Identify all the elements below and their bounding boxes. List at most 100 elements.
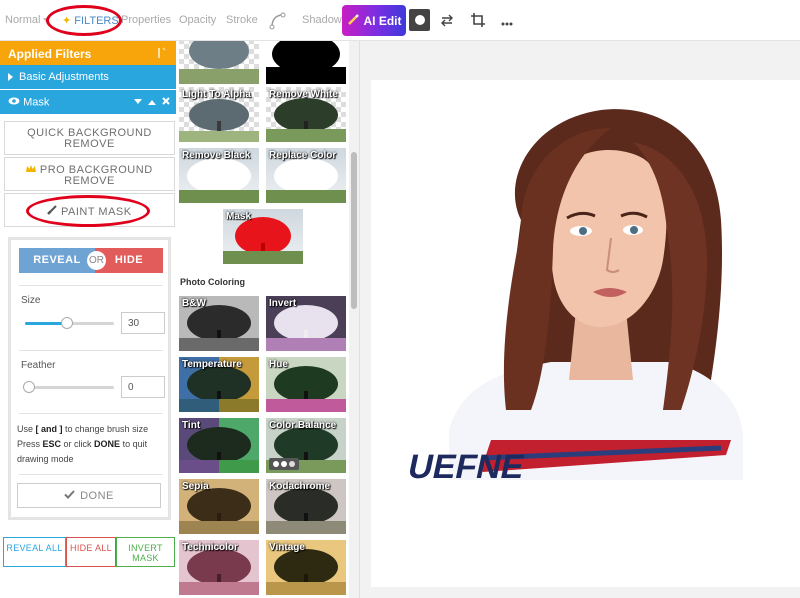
filter-hue[interactable]: Hue: [266, 357, 346, 412]
feather-input[interactable]: 0: [121, 376, 165, 398]
chevron-up-icon[interactable]: [148, 96, 156, 108]
done-button[interactable]: DONE: [17, 483, 161, 508]
feather-slider[interactable]: [23, 381, 114, 393]
eye-icon[interactable]: [8, 97, 23, 109]
divider: [19, 474, 163, 475]
stroke-tab[interactable]: Stroke: [226, 14, 258, 26]
filter-label: Temperature: [182, 359, 242, 370]
info-icon[interactable]: [154, 46, 168, 60]
filter-color-balance[interactable]: Color Balance: [266, 418, 346, 473]
filter-label: Replace Color: [269, 150, 337, 161]
close-icon[interactable]: [162, 96, 170, 108]
filters-label: FILTERS: [74, 15, 119, 27]
mask-row[interactable]: Mask: [0, 90, 176, 114]
filter-sepia[interactable]: Sepia: [179, 479, 259, 534]
help-text: to change brush size: [62, 424, 149, 434]
filter-mask[interactable]: Mask: [223, 209, 303, 264]
opacity-tab[interactable]: Opacity: [179, 14, 216, 26]
brush-icon: [47, 205, 61, 218]
filter-label: Mask: [226, 211, 252, 222]
filter-remove-black[interactable]: Remove Black: [179, 148, 259, 203]
or-badge: OR: [87, 251, 106, 270]
mask-controls: [134, 96, 170, 108]
filter-thumbnails: Light To Alpha Remove White Remove Black…: [176, 41, 349, 598]
filter-thumb-top-right[interactable]: [266, 41, 346, 84]
size-input[interactable]: 30: [121, 312, 165, 334]
mask-label: Mask: [23, 96, 50, 109]
size-label: Size: [21, 295, 41, 306]
mask-actions: REVEAL ALL HIDE ALL INVERT MASK: [3, 537, 175, 567]
applied-filters-header: Applied Filters: [0, 41, 176, 65]
filter-label: Hue: [269, 359, 288, 370]
canvas-area: UEFNE: [359, 41, 800, 598]
filter-bw[interactable]: B&W: [179, 296, 259, 351]
hide-all-button[interactable]: HIDE ALL: [66, 537, 116, 567]
filter-vintage[interactable]: Vintage: [266, 540, 346, 595]
filter-label: Tint: [182, 420, 201, 431]
circle-icon: [414, 15, 425, 25]
crown-icon: [26, 164, 40, 176]
reveal-button[interactable]: REVEAL: [19, 248, 95, 273]
help-key: ESC: [42, 439, 62, 449]
brush-help-text: Use [ and ] to change brush size Press E…: [17, 422, 161, 467]
top-toolbar: Normal ✦ FILTERS Properties Opacity Stro…: [0, 0, 800, 41]
reveal-all-button[interactable]: REVEAL ALL: [3, 537, 66, 567]
pro-background-remove-label: PRO BACKGROUND REMOVE: [39, 164, 153, 187]
ai-edit-label: AI Edit: [363, 13, 402, 28]
invert-mask-button[interactable]: INVERT MASK: [116, 537, 175, 567]
design-canvas[interactable]: UEFNE: [371, 80, 800, 587]
basic-adjustments-row[interactable]: Basic Adjustments: [0, 65, 176, 89]
checkmark-icon: [64, 489, 75, 502]
thumbnails-scrollbar[interactable]: [349, 41, 359, 598]
fill-color-button[interactable]: [409, 9, 430, 31]
paint-mask-label: PAINT MASK: [60, 206, 132, 218]
filter-label: Sepia: [182, 481, 209, 492]
flip-arrows-icon[interactable]: [440, 13, 454, 27]
filter-remove-white[interactable]: Remove White: [266, 87, 346, 142]
divider: [19, 413, 163, 414]
feather-slider-handle[interactable]: [23, 381, 35, 393]
pro-background-remove-button[interactable]: PRO BACKGROUND REMOVE: [4, 157, 175, 191]
divider: [19, 350, 163, 351]
caret-right-icon: [8, 73, 13, 82]
chevron-down-icon[interactable]: [134, 96, 142, 108]
reveal-hide-toggle: REVEAL HIDE OR: [19, 248, 163, 273]
filter-tint[interactable]: Tint: [179, 418, 259, 473]
help-text: Press: [17, 439, 43, 449]
filter-label: Remove Black: [182, 150, 251, 161]
help-text: Use: [17, 424, 36, 434]
filters-tab[interactable]: ✦ FILTERS: [62, 14, 119, 27]
help-keys: [ and ]: [35, 424, 63, 434]
filter-technicolor[interactable]: Technicolor: [179, 540, 259, 595]
filter-thumb-top-left[interactable]: [179, 41, 259, 84]
size-slider-handle[interactable]: [61, 317, 73, 329]
size-slider[interactable]: [25, 317, 114, 329]
feather-label: Feather: [21, 360, 56, 371]
crop-icon[interactable]: [471, 13, 485, 27]
curve-path-icon[interactable]: [269, 12, 287, 30]
filter-temperature[interactable]: Temperature: [179, 357, 259, 412]
more-options-icon[interactable]: [500, 14, 514, 28]
paint-mask-button[interactable]: PAINT MASK: [4, 193, 175, 227]
filter-light-to-alpha[interactable]: Light To Alpha: [179, 87, 259, 142]
shadow-tab[interactable]: Shadow: [302, 14, 342, 26]
app-root: Normal ✦ FILTERS Properties Opacity Stro…: [0, 0, 800, 598]
shirt-print-text: UEFNE: [405, 448, 528, 486]
scrollbar-thumb[interactable]: [351, 152, 357, 309]
filter-label: Light To Alpha: [182, 89, 251, 100]
basic-adjustments-label: Basic Adjustments: [19, 71, 109, 83]
filter-label: Invert: [269, 298, 297, 309]
filter-kodachrome[interactable]: Kodachrome: [266, 479, 346, 534]
portrait-photo[interactable]: UEFNE: [371, 80, 800, 587]
applied-filters-title: Applied Filters: [8, 47, 92, 61]
blend-mode-label: Normal: [5, 14, 41, 26]
filter-invert[interactable]: Invert: [266, 296, 346, 351]
quick-background-remove-button[interactable]: QUICK BACKGROUND REMOVE: [4, 121, 175, 155]
filter-replace-color[interactable]: Replace Color: [266, 148, 346, 203]
help-key: DONE: [94, 439, 121, 449]
properties-tab[interactable]: Properties: [121, 14, 171, 26]
ai-edit-button[interactable]: AI Edit: [342, 5, 406, 36]
blend-mode-select[interactable]: Normal: [5, 14, 50, 26]
filter-label: Remove White: [269, 89, 338, 100]
filter-label: Technicolor: [182, 542, 238, 553]
